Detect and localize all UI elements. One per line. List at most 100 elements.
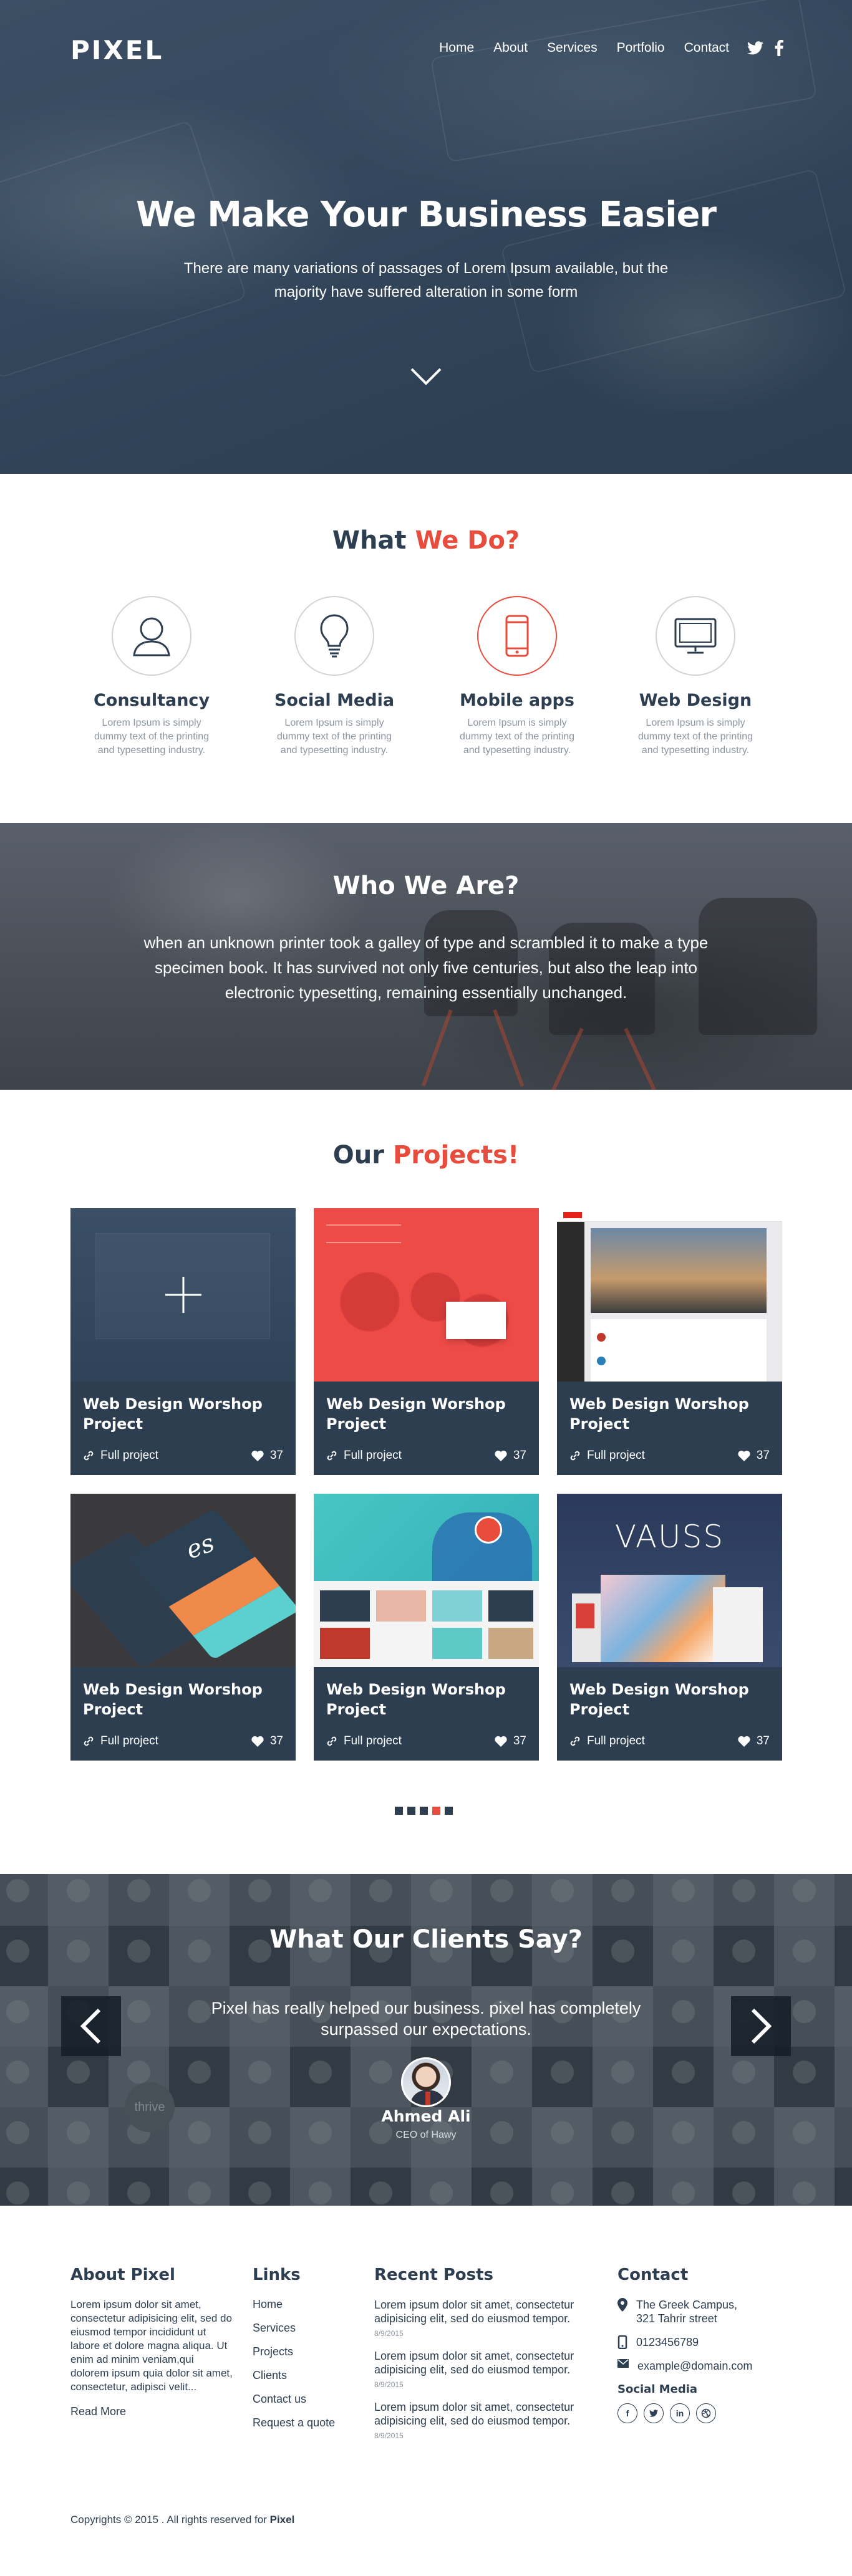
- full-project-link[interactable]: Full project: [569, 1734, 645, 1748]
- like-button[interactable]: 37: [251, 1449, 283, 1463]
- heart-icon: [495, 1450, 507, 1461]
- prev-button[interactable]: [61, 1996, 121, 2056]
- phone-text[interactable]: 0123456789: [636, 2335, 699, 2349]
- service-web-design[interactable]: Web Design Lorem Ipsum is simply dummy t…: [621, 596, 770, 757]
- who-title: Who We Are?: [332, 872, 520, 900]
- project-meta: Full project 37: [83, 1449, 283, 1463]
- facebook-icon[interactable]: [775, 40, 783, 56]
- service-title: Social Media: [274, 691, 395, 710]
- twitter-icon[interactable]: [644, 2403, 664, 2423]
- like-count: 37: [269, 1734, 283, 1747]
- map-pin-icon: [617, 2298, 627, 2312]
- footer-link-projects[interactable]: Projects: [253, 2345, 335, 2358]
- who-text: when an unknown printer took a galley of…: [143, 933, 709, 1002]
- twitter-icon[interactable]: [747, 41, 763, 55]
- full-project-link[interactable]: Full project: [326, 1449, 402, 1463]
- full-project-link[interactable]: Full project: [326, 1734, 402, 1748]
- project-card[interactable]: Web Design Worshop Project Full project …: [314, 1208, 539, 1475]
- logo[interactable]: PIXEL: [70, 35, 163, 65]
- dribbble-icon[interactable]: [696, 2403, 716, 2423]
- like-button[interactable]: 37: [495, 1449, 526, 1463]
- link-icon: [327, 1736, 337, 1746]
- service-icon-circle: [656, 596, 735, 676]
- like-button[interactable]: 37: [738, 1449, 770, 1463]
- nav-contact[interactable]: Contact: [684, 41, 729, 55]
- read-more-link[interactable]: Read More: [70, 2405, 233, 2418]
- footer: About Pixel Lorem ipsum dolor sit amet, …: [0, 2206, 852, 2576]
- page-dot[interactable]: [395, 1807, 403, 1815]
- dark-overlay: [0, 1874, 852, 2206]
- page-dot[interactable]: [420, 1807, 428, 1815]
- facebook-icon[interactable]: f: [617, 2403, 637, 2423]
- project-meta: Full project 37: [326, 1734, 526, 1748]
- nav-portfolio[interactable]: Portfolio: [617, 41, 665, 55]
- monitor-icon: [674, 618, 717, 654]
- footer-link-services[interactable]: Services: [253, 2322, 335, 2335]
- vauss-logo: VAUSS: [614, 1519, 725, 1555]
- hero-section: PIXEL Home About Services Portfolio Cont…: [0, 0, 852, 474]
- copyright-brand[interactable]: Pixel: [270, 2514, 295, 2526]
- heart-icon: [251, 1736, 264, 1747]
- plus-icon: [165, 1277, 201, 1313]
- like-count: 37: [513, 1449, 526, 1462]
- full-project-link[interactable]: Full project: [569, 1449, 645, 1463]
- link-icon: [570, 1451, 580, 1461]
- page-dot-active[interactable]: [432, 1807, 440, 1815]
- project-title: Web Design Worshop Project: [83, 1395, 263, 1433]
- nav-social: [747, 40, 783, 56]
- footer-link-clients[interactable]: Clients: [253, 2369, 335, 2382]
- footer-link-contact-us[interactable]: Contact us: [253, 2393, 335, 2406]
- project-thumbnail: VAUSS: [557, 1494, 782, 1667]
- title-accent: Projects!: [392, 1141, 520, 1170]
- post-text: Lorem ipsum dolor sit amet, consectetur …: [374, 2299, 574, 2325]
- nav-about[interactable]: About: [493, 41, 528, 55]
- like-button[interactable]: 37: [495, 1734, 526, 1748]
- full-project-label: Full project: [100, 1734, 158, 1747]
- project-thumbnail: [314, 1208, 539, 1382]
- social-media-title: Social Media: [617, 2383, 698, 2396]
- footer-contact-title: Contact: [617, 2266, 689, 2284]
- projects-section: Our Projects! Web Design Worshop Project…: [0, 1090, 852, 1874]
- link-icon: [84, 1736, 94, 1746]
- section-title: What We Do?: [0, 526, 852, 555]
- recent-post[interactable]: Lorem ipsum dolor sit amet, consectetur …: [374, 2349, 599, 2389]
- contact-phone: 0123456789: [617, 2335, 752, 2349]
- footer-link-request-quote[interactable]: Request a quote: [253, 2416, 335, 2429]
- project-card[interactable]: es Web Design Worshop Project Full proje…: [70, 1494, 296, 1761]
- heart-icon: [738, 1450, 750, 1461]
- service-icon-circle: [294, 596, 374, 676]
- lightbulb-icon: [320, 614, 349, 658]
- chevron-down-icon[interactable]: [409, 367, 443, 387]
- linkedin-icon[interactable]: in: [670, 2403, 690, 2423]
- full-project-link[interactable]: Full project: [83, 1734, 158, 1748]
- project-card[interactable]: Web Design Worshop Project Full project …: [70, 1208, 296, 1475]
- recent-post[interactable]: Lorem ipsum dolor sit amet, consectetur …: [374, 2400, 599, 2440]
- like-button[interactable]: 37: [738, 1734, 770, 1748]
- service-consultancy[interactable]: Consultancy Lorem Ipsum is simply dummy …: [77, 596, 226, 757]
- page-dot[interactable]: [407, 1807, 415, 1815]
- full-project-link[interactable]: Full project: [83, 1449, 158, 1463]
- footer-link-home[interactable]: Home: [253, 2298, 335, 2311]
- client-role: CEO of Hawy: [395, 2130, 457, 2140]
- nav-home[interactable]: Home: [439, 41, 474, 55]
- footer-recent-posts: Recent Posts Lorem ipsum dolor sit amet,…: [374, 2266, 599, 2451]
- footer-posts-title: Recent Posts: [374, 2266, 493, 2284]
- email-text[interactable]: example@domain.com: [637, 2359, 752, 2373]
- nav-services[interactable]: Services: [547, 41, 598, 55]
- project-card[interactable]: Web Design Worshop Project Full project …: [557, 1208, 782, 1475]
- page-dot[interactable]: [445, 1807, 453, 1815]
- hero-title: We Make Your Business Easier: [135, 195, 717, 235]
- project-card[interactable]: VAUSS Web Design Worshop Project Full pr…: [557, 1494, 782, 1761]
- like-button[interactable]: 37: [251, 1734, 283, 1748]
- project-meta: Full project 37: [569, 1734, 770, 1748]
- recent-post[interactable]: Lorem ipsum dolor sit amet, consectetur …: [374, 2298, 599, 2338]
- chair-leg-shape: [551, 1027, 584, 1090]
- service-title: Mobile apps: [460, 691, 574, 710]
- next-button[interactable]: [731, 1996, 791, 2056]
- footer-about-title: About Pixel: [70, 2266, 175, 2284]
- service-mobile-apps[interactable]: Mobile apps Lorem Ipsum is simply dummy …: [442, 596, 592, 757]
- project-card[interactable]: Web Design Worshop Project Full project …: [314, 1494, 539, 1761]
- service-social-media[interactable]: Social Media Lorem Ipsum is simply dummy…: [259, 596, 409, 757]
- testimonials-section: thrive What Our Clients Say? Pixel has r…: [0, 1874, 852, 2206]
- title-prefix: Our: [332, 1141, 385, 1170]
